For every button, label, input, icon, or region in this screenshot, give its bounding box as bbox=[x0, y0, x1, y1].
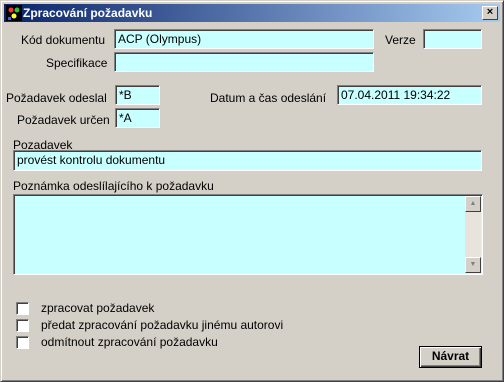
predat-checkbox[interactable] bbox=[16, 319, 29, 332]
window-title: Zpracování požadavku bbox=[23, 6, 153, 20]
specifikace-field[interactable] bbox=[114, 52, 374, 72]
poznamka-textarea[interactable]: ▲ ▼ bbox=[13, 194, 483, 275]
navrat-button[interactable]: Návrat bbox=[419, 346, 482, 368]
scroll-down-icon[interactable]: ▼ bbox=[465, 257, 481, 273]
specifikace-label: Specifikace bbox=[46, 56, 108, 70]
poznamka-label: Poznámka odeslílajícího k požadavku bbox=[13, 179, 214, 193]
poznamka-scrollbar[interactable]: ▲ ▼ bbox=[465, 196, 481, 273]
pozadavek-urcen-field[interactable]: *A bbox=[115, 108, 160, 128]
datum-odeslani-field[interactable]: 07.04.2011 19:34:22 bbox=[337, 85, 482, 105]
zpracovat-label: zpracovat požadavek bbox=[41, 301, 155, 315]
app-icon bbox=[6, 5, 22, 21]
close-icon: × bbox=[486, 6, 494, 18]
kod-dokumentu-field[interactable]: ACP (Olympus) bbox=[114, 29, 374, 49]
odmitnout-checkbox[interactable] bbox=[16, 336, 29, 349]
close-button[interactable]: × bbox=[482, 6, 498, 20]
pozadavek-odeslal-field[interactable]: *B bbox=[115, 85, 160, 105]
zpracovat-checkbox[interactable] bbox=[16, 302, 29, 315]
title-bar[interactable]: Zpracování požadavku × bbox=[4, 4, 500, 22]
dialog-window: Zpracování požadavku × Kód dokumentu ACP… bbox=[0, 0, 504, 382]
odmitnout-label: odmítnout zpracování požadavku bbox=[41, 335, 218, 349]
verze-label: Verze bbox=[385, 33, 416, 47]
scroll-up-icon[interactable]: ▲ bbox=[465, 196, 481, 212]
verze-field[interactable] bbox=[423, 29, 482, 49]
pozadavek-field[interactable]: provést kontrolu dokumentu bbox=[13, 150, 482, 171]
kod-dokumentu-label: Kód dokumentu bbox=[21, 33, 106, 47]
pozadavek-odeslal-label: Požadavek odeslal bbox=[6, 91, 107, 105]
pozadavek-urcen-label: Požadavek určen bbox=[17, 113, 110, 127]
predat-label: předat zpracování požadavku jinému autor… bbox=[41, 318, 284, 332]
datum-odeslani-label: Datum a čas odeslání bbox=[210, 91, 327, 105]
